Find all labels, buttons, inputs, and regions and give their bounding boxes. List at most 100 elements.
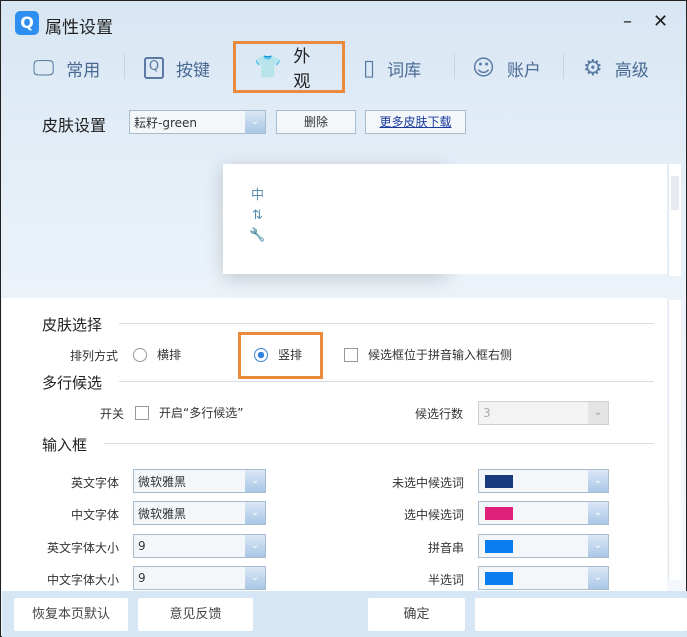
scroll-thumb[interactable] xyxy=(671,176,679,210)
checkbox-label: 候选框位于拼音输入框右侧 xyxy=(368,348,513,362)
radio-vertical[interactable]: 竖排 xyxy=(254,346,302,363)
ok-button[interactable]: 确定 xyxy=(368,598,465,631)
color-swatch xyxy=(485,540,513,553)
rows-label: 候选行数 xyxy=(415,407,464,421)
color-setting-select[interactable]: ⌄ xyxy=(478,534,609,558)
chevron-down-icon: ⌄ xyxy=(245,111,265,133)
tab-appearance[interactable]: 👕 外观 xyxy=(233,41,345,93)
color-setting-label: 半选词 xyxy=(427,573,464,587)
settings-window: Q 属性设置 – ✕ 🖵 常用 Q 按键 👕 外观 ▯ 词库 ☺ 账户 ⚙ 高级 皮肤设置 … xyxy=(0,0,687,637)
tab-label: 常用 xyxy=(66,60,101,81)
color-setting-select[interactable]: ⌄ xyxy=(478,501,609,525)
right-side-checkbox[interactable]: 候选框位于拼音输入框右侧 xyxy=(344,346,512,363)
font-setting-label: 英文字体大小 xyxy=(46,541,119,555)
chevron-down-icon: ⌄ xyxy=(588,470,608,492)
panel-scrollbar[interactable] xyxy=(668,300,681,580)
rows-select[interactable]: 3 ⌄ xyxy=(478,401,609,425)
chevron-down-icon: ⌄ xyxy=(245,567,265,589)
chinese-mode-icon: 中 xyxy=(250,188,264,203)
section-input-box: 输入框 xyxy=(42,436,88,454)
chevron-down-icon: ⌄ xyxy=(588,402,608,424)
more-skins-link[interactable]: 更多皮肤下载 xyxy=(365,110,466,134)
font-setting-select[interactable]: 微软雅黑 ⌄ xyxy=(133,501,266,525)
preview-area xyxy=(271,164,667,274)
radio-selected-icon xyxy=(254,347,268,362)
punctuation-icon: ⇅ xyxy=(252,208,263,223)
font-setting-label: 中文字体大小 xyxy=(46,573,119,587)
wrench-icon: 🔧 xyxy=(249,228,266,243)
color-setting-select[interactable]: ⌄ xyxy=(478,469,609,493)
select-value: 微软雅黑 xyxy=(138,506,187,521)
divider xyxy=(104,443,654,444)
font-setting-label: 中文字体 xyxy=(70,508,119,522)
radio-horizontal[interactable]: 横排 xyxy=(133,346,181,363)
chevron-down-icon: ⌄ xyxy=(245,535,265,557)
feedback-button[interactable]: 意见反馈 xyxy=(138,598,253,631)
blank-button[interactable] xyxy=(475,598,687,631)
key-icon: Q xyxy=(144,57,164,79)
divider xyxy=(563,53,564,79)
chevron-down-icon: ⌄ xyxy=(588,567,608,589)
checkbox-icon xyxy=(344,347,358,362)
color-swatch xyxy=(485,572,513,585)
preview-toolbar: 中 ⇅ 🔧 xyxy=(244,186,271,251)
section-multi-row: 多行候选 xyxy=(42,374,103,392)
restore-default-button[interactable]: 恢复本页默认 xyxy=(14,598,128,631)
color-setting-select[interactable]: ⌄ xyxy=(478,566,609,590)
radio-label: 竖排 xyxy=(278,348,303,362)
skin-settings-label: 皮肤设置 xyxy=(42,116,107,135)
tab-general[interactable]: 🖵 常用 xyxy=(33,45,100,91)
font-setting-label: 英文字体 xyxy=(70,476,119,490)
switch-label: 开关 xyxy=(100,407,125,421)
radio-label: 横排 xyxy=(157,348,182,362)
tab-label: 高级 xyxy=(614,60,649,81)
skin-select[interactable]: 耘籽-green ⌄ xyxy=(129,110,266,134)
footer: 恢复本页默认 意见反馈 确定 xyxy=(2,591,687,637)
app-logo: Q xyxy=(15,11,39,35)
monitor-icon: 🖵 xyxy=(33,55,55,81)
divider xyxy=(119,381,654,382)
close-button[interactable]: ✕ xyxy=(653,11,668,32)
section-skin-select: 皮肤选择 xyxy=(42,316,103,334)
chevron-down-icon: ⌄ xyxy=(588,502,608,524)
chevron-down-icon: ⌄ xyxy=(245,502,265,524)
checkbox-label: 开启“多行候选” xyxy=(159,406,244,420)
tab-keys[interactable]: Q 按键 xyxy=(144,45,210,91)
select-value: 微软雅黑 xyxy=(138,474,187,489)
skin-value: 耘籽-green xyxy=(134,115,197,130)
book-icon: ▯ xyxy=(363,55,376,81)
radio-icon xyxy=(133,347,147,362)
arrange-label: 排列方式 xyxy=(70,349,119,363)
font-setting-select[interactable]: 微软雅黑 ⌄ xyxy=(133,469,266,493)
window-title: 属性设置 xyxy=(45,18,113,38)
tab-label: 账户 xyxy=(506,60,541,81)
divider xyxy=(119,323,654,324)
tab-label: 词库 xyxy=(387,60,422,81)
tab-dictionary[interactable]: ▯ 词库 xyxy=(363,45,421,91)
tab-label: 按键 xyxy=(176,60,210,81)
checkbox-icon xyxy=(135,405,149,420)
color-setting-label: 未选中候选词 xyxy=(391,476,464,490)
chevron-down-icon: ⌄ xyxy=(245,470,265,492)
font-setting-select[interactable]: 9 ⌄ xyxy=(133,534,266,558)
color-swatch xyxy=(485,475,513,488)
tab-account[interactable]: ☺ 账户 xyxy=(472,45,541,91)
rows-value: 3 xyxy=(483,406,491,420)
tab-label: 外观 xyxy=(293,47,311,92)
gear-icon: ⚙ xyxy=(583,55,603,81)
divider xyxy=(454,53,455,79)
select-value: 9 xyxy=(138,539,146,553)
divider xyxy=(124,53,125,79)
tshirt-icon: 👕 xyxy=(254,54,282,80)
preview-scrollbar[interactable] xyxy=(668,164,681,276)
color-setting-label: 选中候选词 xyxy=(403,508,464,522)
color-setting-label: 拼音串 xyxy=(427,541,464,555)
multi-row-checkbox[interactable]: 开启“多行候选” xyxy=(135,404,243,421)
color-swatch xyxy=(485,507,513,520)
minimize-button[interactable]: – xyxy=(623,11,632,32)
font-setting-select[interactable]: 9 ⌄ xyxy=(133,566,266,590)
tab-advanced[interactable]: ⚙ 高级 xyxy=(583,45,649,91)
user-icon: ☺ xyxy=(472,55,495,81)
delete-button[interactable]: 删除 xyxy=(276,110,356,134)
select-value: 9 xyxy=(138,571,146,585)
